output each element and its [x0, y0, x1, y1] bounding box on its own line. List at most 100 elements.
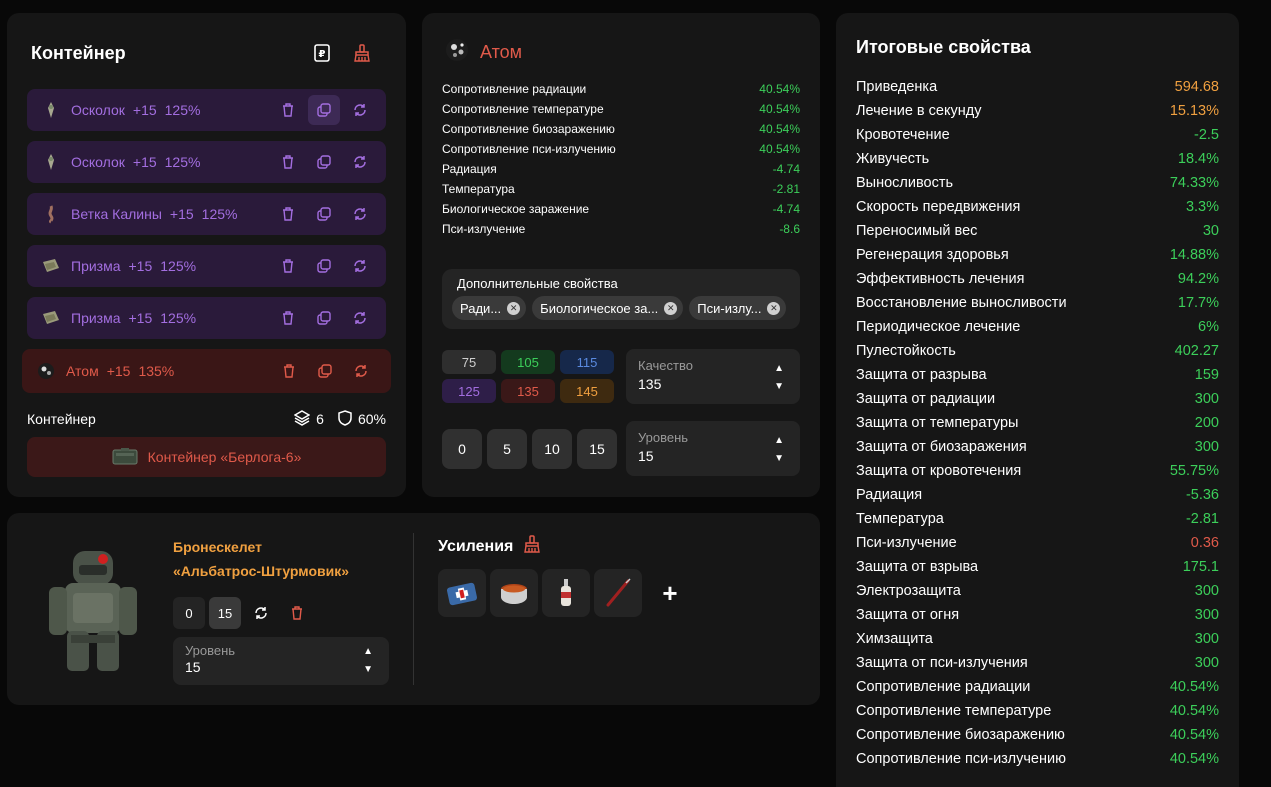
- total-value: 0.36: [1190, 535, 1219, 551]
- artifact-row[interactable]: Призма +15 125%: [27, 297, 386, 339]
- total-value: 30: [1202, 223, 1219, 239]
- artifact-quality: 125%: [160, 310, 197, 326]
- total-value: -2.5: [1194, 127, 1219, 143]
- artifact-row[interactable]: Ветка Калины +15 125%: [27, 193, 386, 235]
- chevron-updown-icon: ▲ ▼: [363, 646, 373, 675]
- broom-clear-icon[interactable]: [353, 43, 371, 63]
- refresh-icon[interactable]: [344, 303, 376, 333]
- total-row: Защита от взрыва 175.1: [856, 555, 1219, 579]
- totals-list: Приведенка 594.68 Лечение в секунду 15.13% К…: [856, 75, 1219, 771]
- artifact-name: Призма: [71, 310, 121, 326]
- chip-label: Ради...: [460, 300, 502, 316]
- copy-icon[interactable]: [309, 356, 341, 386]
- total-name: Защита от радиации: [856, 391, 996, 407]
- artifact-name: Осколок: [71, 102, 125, 118]
- close-icon[interactable]: ✕: [664, 301, 678, 315]
- armor-level-0-button[interactable]: 0: [173, 597, 205, 629]
- total-name: Защита от взрыва: [856, 559, 979, 575]
- totals-title: Итоговые свойства: [856, 37, 1031, 57]
- total-row: Сопротивление биозаражению 40.54%: [856, 723, 1219, 747]
- artifact-level: +15: [106, 363, 131, 379]
- trash-icon[interactable]: [272, 303, 304, 333]
- refresh-icon[interactable]: [344, 147, 376, 177]
- artifact-icon: [41, 152, 61, 172]
- quality-button[interactable]: 125: [442, 379, 496, 403]
- total-row: Сопротивление пси-излучению 40.54%: [856, 747, 1219, 771]
- quality-button[interactable]: 135: [501, 379, 555, 403]
- armor-controls: 0 15: [173, 597, 313, 629]
- refresh-icon[interactable]: [344, 251, 376, 281]
- armor-name[interactable]: Бронескелет «Альбатрос-Штурмовик»: [173, 535, 349, 583]
- total-value: 300: [1194, 631, 1219, 647]
- level-button[interactable]: 15: [577, 429, 617, 469]
- total-value: 300: [1194, 607, 1219, 623]
- artifact-name: Атом: [66, 363, 99, 379]
- total-row: Пси-излучение 0.36: [856, 531, 1219, 555]
- total-value: 15.13%: [1169, 103, 1219, 119]
- total-value: 594.68: [1174, 79, 1219, 95]
- level-select[interactable]: Уровень 15 ▲ ▼: [626, 421, 800, 476]
- boosts-list: +: [438, 569, 694, 617]
- svg-text:₽: ₽: [319, 49, 326, 60]
- artifact-icon: [41, 100, 61, 120]
- copy-icon[interactable]: [308, 303, 340, 333]
- extra-properties: Дополнительные свойства Ради... ✕ Биологич…: [442, 269, 800, 329]
- close-icon[interactable]: ✕: [767, 301, 781, 315]
- refresh-icon[interactable]: [345, 356, 377, 386]
- property-row: Сопротивление температуре 40.54%: [442, 99, 800, 119]
- total-name: Кровотечение: [856, 127, 950, 143]
- property-row: Температура -2.81: [442, 179, 800, 199]
- artifact-row[interactable]: Осколок +15 125%: [27, 89, 386, 131]
- artifact-row[interactable]: Атом +15 135%: [22, 349, 391, 393]
- level-buttons: 0 5 10 15: [442, 429, 617, 469]
- extra-property-chip[interactable]: Ради... ✕: [452, 296, 527, 320]
- refresh-icon[interactable]: [344, 95, 376, 125]
- extra-property-chip[interactable]: Биологическое за... ✕: [532, 296, 684, 320]
- food-pot-boost[interactable]: [490, 569, 538, 617]
- total-value: 300: [1194, 439, 1219, 455]
- trash-icon[interactable]: [281, 597, 313, 629]
- artifact-row[interactable]: Призма +15 125%: [27, 245, 386, 287]
- quality-select[interactable]: Качество 135 ▲ ▼: [626, 349, 800, 404]
- trash-icon[interactable]: [272, 147, 304, 177]
- artifact-icon: [36, 361, 56, 381]
- trash-icon[interactable]: [272, 251, 304, 281]
- bottle-boost[interactable]: [542, 569, 590, 617]
- container-case-icon: [112, 447, 138, 468]
- trash-icon[interactable]: [272, 95, 304, 125]
- close-icon[interactable]: ✕: [507, 301, 521, 315]
- total-value: 6%: [1198, 319, 1219, 335]
- trash-icon[interactable]: [273, 356, 305, 386]
- broom-clear-icon[interactable]: [523, 535, 541, 558]
- copy-icon[interactable]: [308, 199, 340, 229]
- copy-icon[interactable]: [308, 95, 340, 125]
- artifact-title: Атом: [480, 42, 523, 62]
- quality-button[interactable]: 115: [560, 350, 614, 374]
- total-value: 300: [1194, 583, 1219, 599]
- extra-property-chip[interactable]: Пси-излу... ✕: [689, 296, 787, 320]
- quality-button[interactable]: 75: [442, 350, 496, 374]
- ruble-receipt-icon[interactable]: ₽: [313, 43, 331, 63]
- level-button[interactable]: 0: [442, 429, 482, 469]
- syringe-boost[interactable]: [594, 569, 642, 617]
- total-value: 300: [1194, 655, 1219, 671]
- level-button[interactable]: 5: [487, 429, 527, 469]
- artifact-row[interactable]: Осколок +15 125%: [27, 141, 386, 183]
- container-select-button[interactable]: Контейнер «Берлога-6»: [27, 437, 386, 477]
- total-name: Химзащита: [856, 631, 933, 647]
- armor-level-select-label: Уровень: [185, 643, 236, 658]
- property-name: Сопротивление радиации: [442, 82, 587, 96]
- trash-icon[interactable]: [272, 199, 304, 229]
- total-value: 94.2%: [1177, 271, 1219, 287]
- quality-button[interactable]: 105: [501, 350, 555, 374]
- armor-level-select[interactable]: Уровень 15 ▲ ▼: [173, 637, 389, 685]
- add-boost-button[interactable]: +: [646, 569, 694, 617]
- copy-icon[interactable]: [308, 147, 340, 177]
- level-button[interactable]: 10: [532, 429, 572, 469]
- quality-button[interactable]: 145: [560, 379, 614, 403]
- refresh-icon[interactable]: [245, 597, 277, 629]
- refresh-icon[interactable]: [344, 199, 376, 229]
- copy-icon[interactable]: [308, 251, 340, 281]
- armor-level-15-button[interactable]: 15: [209, 597, 241, 629]
- medkit-boost[interactable]: [438, 569, 486, 617]
